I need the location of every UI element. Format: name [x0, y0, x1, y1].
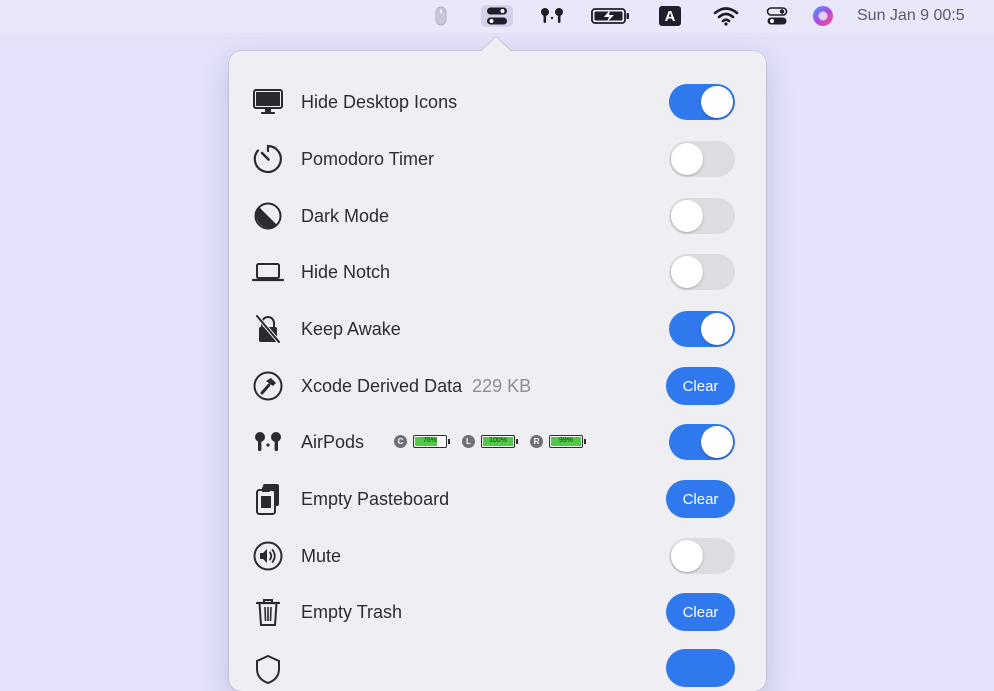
siri-icon[interactable]: [810, 5, 836, 27]
row-label: Pomodoro Timer: [301, 149, 435, 169]
popover-arrow: [480, 37, 512, 52]
menu-bar: A Sun Jan 9 00:5: [0, 0, 994, 33]
row-label: Hide Notch: [301, 262, 391, 282]
row-mute: Mute: [229, 536, 766, 576]
row-hide-notch: Hide Notch: [229, 252, 766, 292]
airpods-left-battery: L 100%: [462, 435, 518, 448]
row-label: Mute: [301, 546, 342, 566]
row-empty-trash: Empty Trash Clear: [229, 592, 766, 632]
hide-notch-toggle[interactable]: [669, 254, 735, 290]
toggles-icon[interactable]: [481, 5, 513, 27]
row-label: Empty Trash: [301, 602, 403, 622]
mouse-icon[interactable]: [432, 5, 450, 27]
menu-bar-clock[interactable]: Sun Jan 9 00:5: [857, 7, 965, 25]
mute-toggle[interactable]: [669, 538, 735, 574]
row-hide-desktop-icons: Hide Desktop Icons: [229, 82, 766, 122]
wifi-icon[interactable]: [711, 5, 741, 27]
toggle-knob: [671, 256, 703, 288]
clear-pasteboard-button[interactable]: Clear: [666, 480, 735, 518]
battery-letter: C: [394, 435, 407, 448]
row-label: Empty Pasteboard: [301, 489, 450, 509]
row-dark-mode: Dark Mode: [229, 196, 766, 236]
battery-percent: 100%: [489, 437, 507, 444]
clear-trash-button[interactable]: Clear: [666, 593, 735, 631]
battery-charging-icon[interactable]: [590, 5, 632, 27]
row-airpods: AirPods C 76% L 100% R 99%: [229, 422, 766, 462]
airpods-icon[interactable]: [538, 5, 566, 27]
row-label: Xcode Derived Data 229 KB: [301, 376, 531, 397]
airpods-icon: [251, 426, 285, 458]
input-source-label: A: [659, 6, 681, 26]
toggle-knob: [671, 200, 703, 232]
toggle-knob: [701, 313, 733, 345]
airpods-toggle[interactable]: [669, 424, 735, 460]
airpods-case-battery: C 76%: [394, 435, 450, 448]
trash-icon: [251, 596, 285, 628]
toggle-knob: [671, 540, 703, 572]
timer-icon: [251, 143, 285, 175]
battery-indicator: 99%: [549, 435, 583, 448]
speaker-icon: [251, 540, 285, 572]
control-center-icon[interactable]: [763, 5, 791, 27]
battery-nub: [448, 439, 450, 444]
row-pomodoro-timer: Pomodoro Timer: [229, 139, 766, 179]
battery-letter: L: [462, 435, 475, 448]
clipboard-icon: [251, 483, 285, 515]
derived-data-size: 229 KB: [472, 376, 532, 396]
hide-desktop-icons-toggle[interactable]: [669, 84, 735, 120]
dark-mode-icon: [251, 200, 285, 232]
pomodoro-timer-toggle[interactable]: [669, 141, 735, 177]
dark-mode-toggle[interactable]: [669, 198, 735, 234]
row-label: Keep Awake: [301, 319, 401, 339]
battery-percent: 99%: [558, 437, 573, 444]
desktop-icon: [251, 86, 285, 118]
row-keep-awake: Keep Awake: [229, 309, 766, 349]
battery-nub: [584, 439, 586, 444]
battery-letter: R: [530, 435, 543, 448]
row-label-text: Xcode Derived Data: [301, 376, 463, 396]
battery-indicator: 76%: [413, 435, 447, 448]
toggle-knob: [671, 143, 703, 175]
clear-derived-data-button[interactable]: Clear: [666, 367, 735, 405]
toggle-knob: [701, 86, 733, 118]
keep-awake-toggle[interactable]: [669, 311, 735, 347]
row-partial: [229, 649, 766, 689]
battery-indicator: 100%: [481, 435, 515, 448]
airpods-right-battery: R 99%: [530, 435, 586, 448]
row-xcode-derived-data: Xcode Derived Data 229 KB Clear: [229, 366, 766, 406]
battery-nub: [516, 439, 518, 444]
hammer-icon: [251, 370, 285, 402]
laptop-icon: [251, 256, 285, 288]
row-label: AirPods: [301, 432, 365, 452]
input-source-icon[interactable]: A: [657, 5, 683, 27]
battery-percent: 76%: [422, 437, 437, 444]
toggle-knob: [701, 426, 733, 458]
toolbox-popover: Hide Desktop Icons Pomodoro Timer Dark M…: [229, 51, 766, 691]
partial-row-button[interactable]: [666, 649, 735, 687]
row-label: Hide Desktop Icons: [301, 92, 458, 112]
row-label: Dark Mode: [301, 206, 390, 226]
row-empty-pasteboard: Empty Pasteboard Clear: [229, 479, 766, 519]
lock-slash-icon: [251, 313, 285, 345]
shield-icon: [251, 653, 285, 685]
